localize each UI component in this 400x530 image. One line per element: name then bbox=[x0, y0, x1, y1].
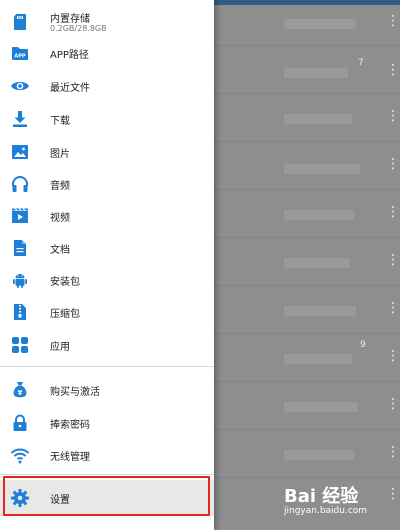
drawer-item-label: 应用 bbox=[50, 341, 70, 353]
file-name-placeholder bbox=[284, 306, 356, 316]
file-name-placeholder bbox=[284, 19, 356, 29]
file-name-placeholder bbox=[284, 450, 354, 460]
item-count: 7 bbox=[358, 58, 364, 68]
drawer-item-app-path[interactable]: APP APP路径 bbox=[0, 37, 214, 69]
drawer-item-label: 压缩包 bbox=[50, 308, 80, 320]
apps-grid-icon bbox=[12, 337, 28, 353]
drawer-item-label: 捧索密码 bbox=[50, 419, 90, 431]
drawer-item-audio[interactable]: 音频 bbox=[0, 168, 214, 200]
drawer-item-label: 文档 bbox=[50, 244, 70, 256]
list-item: ⋮ bbox=[214, 286, 400, 334]
list-item: 9 ⋮ bbox=[214, 334, 400, 382]
drawer-item-downloads[interactable]: 下载 bbox=[0, 103, 214, 135]
drawer-item-label: 最近文件 bbox=[50, 82, 90, 94]
item-count: 9 bbox=[360, 340, 366, 350]
list-item: ⋮ bbox=[214, 382, 400, 430]
list-item: ⋮ bbox=[214, 430, 400, 478]
lock-icon bbox=[13, 414, 27, 431]
drawer-divider bbox=[0, 366, 214, 367]
annotation-highlight-box bbox=[3, 476, 210, 516]
drawer-item-label: 音频 bbox=[50, 180, 70, 192]
list-item: 7 ⋮ bbox=[214, 46, 400, 94]
more-options-icon[interactable]: ⋮ bbox=[386, 253, 400, 267]
more-options-icon[interactable]: ⋮ bbox=[386, 14, 400, 28]
drawer-item-label: 无线管理 bbox=[50, 451, 90, 463]
sd-card-icon bbox=[14, 14, 26, 30]
file-name-placeholder bbox=[284, 402, 358, 412]
drawer-item-label: 购买与激活 bbox=[50, 386, 100, 398]
app-folder-icon: APP bbox=[12, 47, 28, 60]
watermark: Bai 经验 jingyan.baidu.com bbox=[284, 478, 398, 524]
list-item: ⋮ bbox=[214, 190, 400, 238]
drawer-item-password[interactable]: 捧索密码 bbox=[0, 407, 214, 439]
file-name-placeholder bbox=[284, 114, 352, 124]
file-name-placeholder bbox=[284, 258, 350, 268]
more-options-icon[interactable]: ⋮ bbox=[386, 109, 400, 123]
more-options-icon[interactable]: ⋮ bbox=[386, 157, 400, 171]
headphones-icon bbox=[12, 176, 28, 192]
video-icon bbox=[12, 208, 28, 223]
android-icon bbox=[13, 274, 27, 288]
drawer-item-recent-files[interactable]: 最近文件 bbox=[0, 70, 214, 102]
list-item: ⋮ bbox=[214, 142, 400, 190]
file-name-placeholder bbox=[284, 68, 348, 78]
svg-text:¥: ¥ bbox=[18, 389, 23, 397]
list-item: ⋮ bbox=[214, 5, 400, 46]
storage-title: 内置存储 bbox=[50, 14, 90, 25]
drawer-item-apk[interactable]: 安装包 bbox=[0, 264, 214, 296]
navigation-drawer: 内置存储 0.2GB/28.8GB APP APP路径 最近文件 下载 图片 音… bbox=[0, 0, 214, 530]
eye-icon bbox=[11, 81, 29, 91]
list-item: ⋮ bbox=[214, 238, 400, 286]
drawer-divider bbox=[0, 474, 214, 475]
zip-icon bbox=[14, 304, 26, 320]
background-file-list: ⋮ 7 ⋮ ⋮ ⋮ ⋮ ⋮ ⋮ 9 ⋮ ⋮ ⋮ ⋮ bbox=[214, 5, 400, 530]
drawer-item-apps[interactable]: 应用 bbox=[0, 329, 214, 361]
drawer-item-label: 下载 bbox=[50, 115, 70, 127]
drawer-item-images[interactable]: 图片 bbox=[0, 136, 214, 168]
drawer-item-label: APP路径 bbox=[50, 49, 89, 61]
watermark-logo: Bai 经验 bbox=[284, 486, 359, 507]
drawer-item-documents[interactable]: 文档 bbox=[0, 232, 214, 264]
file-name-placeholder bbox=[284, 210, 354, 220]
drawer-item-archives[interactable]: 压缩包 bbox=[0, 296, 214, 328]
drawer-item-label: 安装包 bbox=[50, 276, 80, 288]
image-icon bbox=[12, 145, 28, 159]
more-options-icon[interactable]: ⋮ bbox=[386, 205, 400, 219]
more-options-icon[interactable]: ⋮ bbox=[386, 349, 400, 363]
file-name-placeholder bbox=[284, 354, 352, 364]
purchase-icon: ¥ bbox=[13, 382, 27, 398]
drawer-item-internal-storage[interactable]: 内置存储 0.2GB/28.8GB bbox=[0, 4, 214, 40]
list-item: ⋮ bbox=[214, 94, 400, 142]
watermark-url: jingyan.baidu.com bbox=[284, 506, 368, 516]
document-icon bbox=[14, 240, 26, 256]
svg-text:APP: APP bbox=[14, 54, 26, 60]
drawer-item-label: 图片 bbox=[50, 148, 70, 160]
more-options-icon[interactable]: ⋮ bbox=[386, 397, 400, 411]
drawer-item-wireless[interactable]: 无线管理 bbox=[0, 439, 214, 471]
wifi-icon bbox=[10, 448, 30, 464]
file-name-placeholder bbox=[284, 164, 360, 174]
more-options-icon[interactable]: ⋮ bbox=[386, 63, 400, 77]
more-options-icon[interactable]: ⋮ bbox=[386, 301, 400, 315]
drawer-item-label: 视频 bbox=[50, 212, 70, 224]
drawer-item-purchase[interactable]: ¥ 购买与激活 bbox=[0, 374, 214, 406]
drawer-item-video[interactable]: 视频 bbox=[0, 200, 214, 232]
download-icon bbox=[13, 111, 27, 127]
more-options-icon[interactable]: ⋮ bbox=[386, 445, 400, 459]
storage-usage: 0.2GB/28.8GB bbox=[50, 24, 107, 33]
